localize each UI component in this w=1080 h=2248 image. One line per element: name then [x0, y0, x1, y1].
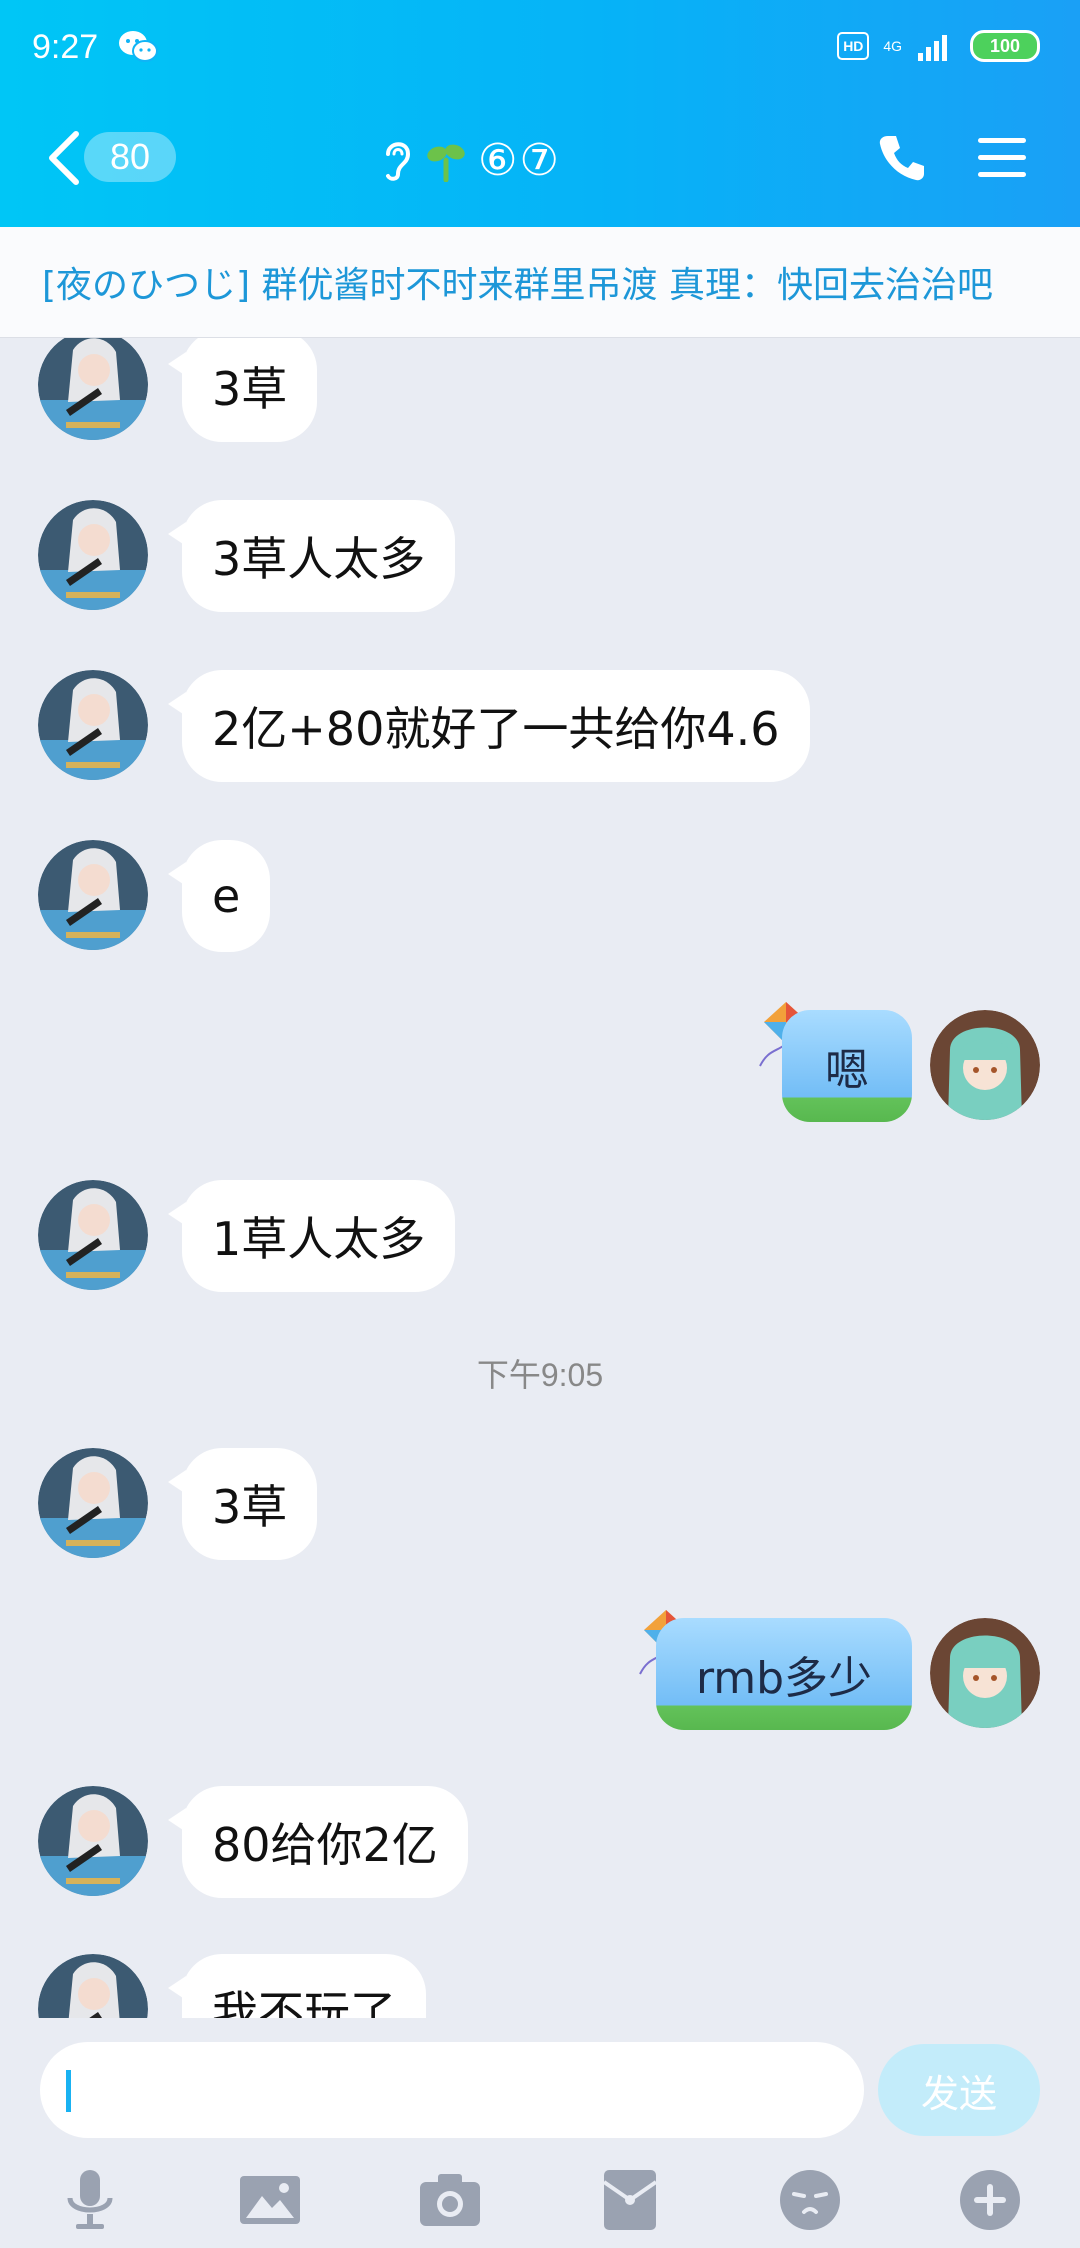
group-name: ⑥⑦	[478, 134, 561, 186]
message-row: 1草人太多	[0, 1180, 1080, 1292]
sender-avatar[interactable]	[38, 500, 148, 610]
sender-avatar[interactable]	[38, 1180, 148, 1290]
time-separator: 下午9:05	[476, 1357, 604, 1393]
self-avatar[interactable]	[930, 1010, 1040, 1120]
message-bubble[interactable]: 3草	[167, 338, 318, 442]
ear-mode-icon	[386, 142, 411, 181]
emoji-icon[interactable]	[778, 2168, 842, 2232]
network-type: 4G	[883, 38, 902, 54]
battery-icon: 100	[970, 30, 1040, 62]
message-row: 80给你2亿	[0, 1786, 1080, 1898]
unread-count-badge[interactable]: 80	[84, 132, 176, 182]
hd-icon: HD	[837, 32, 870, 60]
sender-avatar[interactable]	[38, 840, 148, 950]
back-icon[interactable]	[44, 130, 84, 186]
camera-icon[interactable]	[418, 2168, 482, 2232]
menu-icon[interactable]	[978, 136, 1026, 180]
message-row: 3草人太多	[0, 500, 1080, 612]
input-bar: 发送	[0, 2018, 1080, 2248]
red-envelope-icon[interactable]	[598, 2168, 662, 2232]
status-time: 9:27	[32, 28, 99, 66]
message-list[interactable]: 3草 3草人太多 2亿+80就好了一共给你4.6 e 嗯 1草人太多 下午9:0…	[0, 338, 1080, 2018]
text-cursor	[66, 2070, 71, 2112]
message-bubble-self[interactable]: rmb多少	[656, 1618, 912, 1730]
message-row: e	[0, 840, 1080, 952]
message-input[interactable]	[40, 2042, 864, 2138]
self-avatar[interactable]	[930, 1618, 1040, 1728]
header-bar: 9:27 HD 4G 100 80 ⑥⑦	[0, 0, 1080, 227]
message-bubble[interactable]: 2亿+80就好了一共给你4.6	[168, 670, 810, 782]
send-button[interactable]: 发送	[878, 2044, 1040, 2136]
signal-icon	[918, 35, 947, 61]
message-bubble[interactable]: e	[167, 840, 271, 952]
message-row: 我不玩了	[0, 1954, 1080, 2018]
message-row-self: rmb多少	[0, 1610, 1080, 1738]
chat-title[interactable]: ⑥⑦	[380, 132, 561, 188]
message-row: 3草	[0, 338, 1080, 442]
sprout-icon	[427, 144, 465, 182]
group-announcement[interactable]: [夜のひつじ] 群优酱时不时来群里吊渡 真理：快回去治治吧	[0, 227, 1080, 338]
message-bubble[interactable]: 80给你2亿	[168, 1786, 468, 1898]
message-bubble[interactable]: 3草人太多	[167, 500, 456, 612]
sender-avatar[interactable]	[38, 1448, 148, 1558]
message-bubble-self[interactable]: 嗯	[782, 1010, 912, 1122]
microphone-icon[interactable]	[58, 2168, 122, 2232]
message-bubble[interactable]: 我不玩了	[168, 1954, 426, 2018]
input-toolbar	[0, 2168, 1080, 2248]
wechat-icon	[119, 31, 158, 62]
sender-avatar[interactable]	[38, 670, 148, 780]
message-row: 3草	[0, 1448, 1080, 1560]
image-icon[interactable]	[238, 2168, 302, 2232]
message-bubble[interactable]: 3草	[167, 1448, 318, 1560]
message-bubble[interactable]: 1草人太多	[167, 1180, 456, 1292]
message-row-self: 嗯	[0, 1002, 1080, 1130]
message-row: 2亿+80就好了一共给你4.6	[0, 670, 1080, 782]
sender-avatar[interactable]	[38, 1786, 148, 1896]
status-indicators: HD 4G 100	[837, 30, 1040, 62]
plus-icon[interactable]	[958, 2168, 1022, 2232]
sender-avatar[interactable]	[38, 1954, 148, 2018]
sender-avatar[interactable]	[38, 338, 148, 440]
phone-icon[interactable]	[876, 132, 928, 184]
